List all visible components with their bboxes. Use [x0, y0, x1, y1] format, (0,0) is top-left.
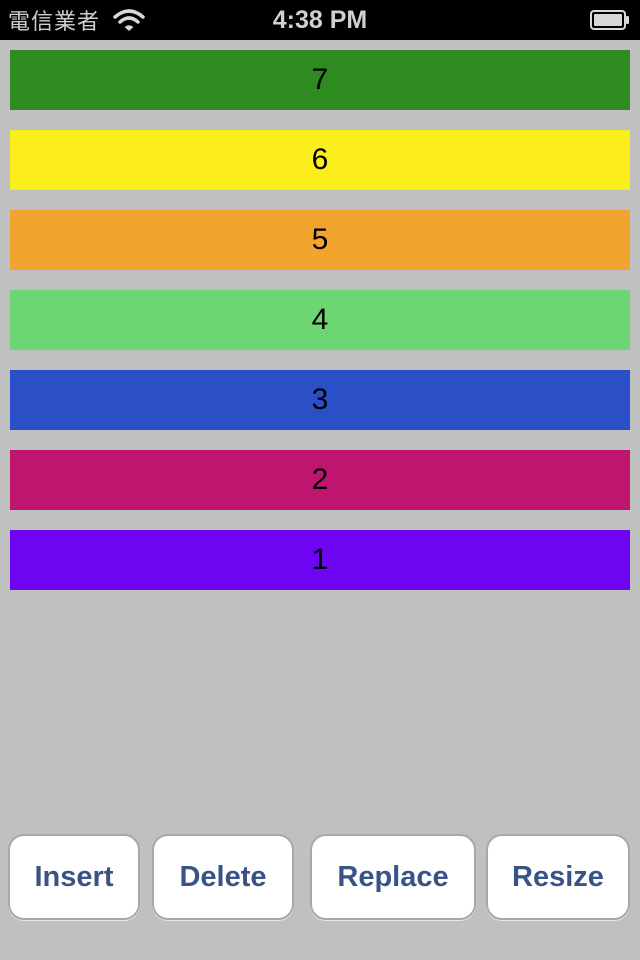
- list-item-label: 3: [311, 383, 329, 416]
- list-item[interactable]: 2: [10, 450, 630, 510]
- status-bar: 電信業者 4:38 PM: [0, 0, 640, 40]
- color-list: 7 6 5 4 3 2 1: [10, 50, 630, 610]
- list-item-label: 4: [311, 303, 329, 336]
- list-item[interactable]: 7: [10, 50, 630, 110]
- list-item[interactable]: 6: [10, 130, 630, 190]
- battery-icon: [590, 10, 629, 30]
- insert-button[interactable]: Insert: [8, 834, 140, 920]
- list-item[interactable]: 4: [10, 290, 630, 350]
- list-item[interactable]: 1: [10, 530, 630, 590]
- action-toolbar: Insert Delete Replace Resize: [0, 834, 640, 922]
- resize-button[interactable]: Resize: [486, 834, 630, 920]
- list-item-label: 1: [311, 543, 329, 576]
- list-item-label: 6: [311, 143, 329, 176]
- delete-button[interactable]: Delete: [152, 834, 294, 920]
- list-item-label: 5: [311, 223, 329, 256]
- replace-button[interactable]: Replace: [310, 834, 476, 920]
- list-item[interactable]: 5: [10, 210, 630, 270]
- status-time: 4:38 PM: [272, 6, 368, 34]
- list-item-label: 2: [311, 463, 329, 496]
- list-item-label: 7: [311, 63, 329, 96]
- list-item[interactable]: 3: [10, 370, 630, 430]
